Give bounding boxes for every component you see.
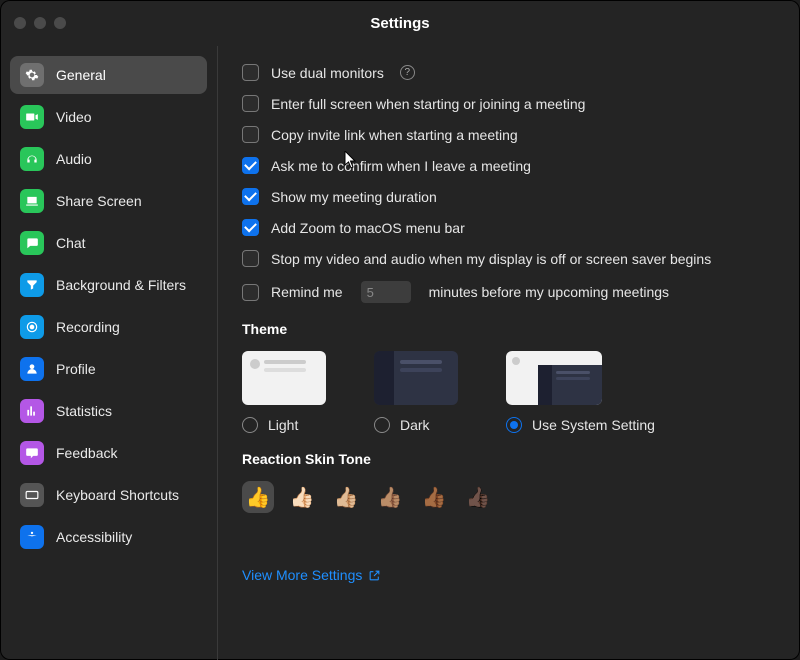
sidebar-item-accessibility[interactable]: Accessibility bbox=[10, 518, 207, 556]
view-more-label: View More Settings bbox=[242, 567, 362, 583]
keyboard-icon bbox=[20, 483, 44, 507]
remind-option: Remind me minutes before my upcoming mee… bbox=[242, 281, 776, 303]
sidebar-item-label: Statistics bbox=[56, 403, 112, 419]
theme-light-thumb bbox=[242, 351, 326, 405]
option-checkbox[interactable] bbox=[242, 126, 259, 143]
sidebar-item-label: Share Screen bbox=[56, 193, 142, 209]
option-row: Enter full screen when starting or joini… bbox=[242, 95, 776, 112]
remind-checkbox[interactable] bbox=[242, 284, 259, 301]
skin-tones: 👍 👍🏻 👍🏼 👍🏽 👍🏾 👍🏿 bbox=[242, 481, 776, 513]
theme-dark-label: Dark bbox=[400, 417, 430, 433]
sidebar-item-keyboard-shortcuts[interactable]: Keyboard Shortcuts bbox=[10, 476, 207, 514]
theme-dark-thumb bbox=[374, 351, 458, 405]
sidebar-item-label: Audio bbox=[56, 151, 92, 167]
theme-system-label: Use System Setting bbox=[532, 417, 655, 433]
a11y-icon bbox=[20, 525, 44, 549]
sidebar-item-background-filters[interactable]: Background & Filters bbox=[10, 266, 207, 304]
theme-system[interactable]: Use System Setting bbox=[506, 351, 655, 433]
option-checkbox[interactable] bbox=[242, 250, 259, 267]
option-checkbox[interactable] bbox=[242, 64, 259, 81]
skin-tone-option[interactable]: 👍🏼 bbox=[330, 481, 362, 513]
sidebar-item-statistics[interactable]: Statistics bbox=[10, 392, 207, 430]
sidebar: General Video Audio Share Screen Chat Backgro… bbox=[0, 46, 218, 660]
close-dot[interactable] bbox=[14, 17, 26, 29]
sidebar-item-share-screen[interactable]: Share Screen bbox=[10, 182, 207, 220]
theme-dark-radio[interactable] bbox=[374, 417, 390, 433]
sidebar-item-chat[interactable]: Chat bbox=[10, 224, 207, 262]
option-label: Enter full screen when starting or joini… bbox=[271, 96, 585, 112]
zoom-dot[interactable] bbox=[54, 17, 66, 29]
gear-icon bbox=[20, 63, 44, 87]
feedback-icon bbox=[20, 441, 44, 465]
sidebar-item-label: Accessibility bbox=[56, 529, 132, 545]
skin-tone-option[interactable]: 👍🏿 bbox=[462, 481, 494, 513]
window-controls[interactable] bbox=[14, 17, 66, 29]
sidebar-item-general[interactable]: General bbox=[10, 56, 207, 94]
theme-light-label: Light bbox=[268, 417, 298, 433]
theme-light-radio[interactable] bbox=[242, 417, 258, 433]
option-label: Add Zoom to macOS menu bar bbox=[271, 220, 465, 236]
titlebar: Settings bbox=[0, 0, 800, 46]
skin-tone-option[interactable]: 👍🏾 bbox=[418, 481, 450, 513]
sidebar-item-label: Recording bbox=[56, 319, 120, 335]
remind-prefix: Remind me bbox=[271, 284, 343, 300]
option-row: Show my meeting duration bbox=[242, 188, 776, 205]
sidebar-item-label: Keyboard Shortcuts bbox=[56, 487, 179, 503]
sidebar-item-label: Feedback bbox=[56, 445, 117, 461]
option-label: Stop my video and audio when my display … bbox=[271, 251, 711, 267]
option-row: Copy invite link when starting a meeting bbox=[242, 126, 776, 143]
sidebar-item-video[interactable]: Video bbox=[10, 98, 207, 136]
option-checkbox[interactable] bbox=[242, 219, 259, 236]
view-more-settings-link[interactable]: View More Settings bbox=[242, 567, 776, 583]
stats-icon bbox=[20, 399, 44, 423]
option-checkbox[interactable] bbox=[242, 95, 259, 112]
record-icon bbox=[20, 315, 44, 339]
sidebar-item-label: General bbox=[56, 67, 106, 83]
share-icon bbox=[20, 189, 44, 213]
option-label: Ask me to confirm when I leave a meeting bbox=[271, 158, 531, 174]
help-icon[interactable]: ? bbox=[400, 65, 415, 80]
theme-system-radio[interactable] bbox=[506, 417, 522, 433]
profile-icon bbox=[20, 357, 44, 381]
sidebar-item-label: Profile bbox=[56, 361, 96, 377]
option-label: Copy invite link when starting a meeting bbox=[271, 127, 518, 143]
option-label: Show my meeting duration bbox=[271, 189, 437, 205]
skin-tone-option[interactable]: 👍🏽 bbox=[374, 481, 406, 513]
theme-title: Theme bbox=[242, 321, 776, 337]
theme-dark[interactable]: Dark bbox=[374, 351, 458, 433]
skin-tone-option[interactable]: 👍🏻 bbox=[286, 481, 318, 513]
sidebar-item-label: Chat bbox=[56, 235, 86, 251]
theme-options: Light Dark Use System Setting bbox=[242, 351, 776, 433]
sidebar-item-recording[interactable]: Recording bbox=[10, 308, 207, 346]
sidebar-item-audio[interactable]: Audio bbox=[10, 140, 207, 178]
sidebar-item-profile[interactable]: Profile bbox=[10, 350, 207, 388]
option-row: Use dual monitors? bbox=[242, 64, 776, 81]
theme-system-thumb bbox=[506, 351, 602, 405]
sidebar-item-label: Video bbox=[56, 109, 92, 125]
skin-tone-option[interactable]: 👍 bbox=[242, 481, 274, 513]
sidebar-item-feedback[interactable]: Feedback bbox=[10, 434, 207, 472]
remind-minutes-input[interactable] bbox=[361, 281, 411, 303]
skin-title: Reaction Skin Tone bbox=[242, 451, 776, 467]
minimize-dot[interactable] bbox=[34, 17, 46, 29]
option-row: Add Zoom to macOS menu bar bbox=[242, 219, 776, 236]
chat-icon bbox=[20, 231, 44, 255]
option-checkbox[interactable] bbox=[242, 188, 259, 205]
video-icon bbox=[20, 105, 44, 129]
option-label: Use dual monitors bbox=[271, 65, 384, 81]
window-title: Settings bbox=[370, 15, 429, 32]
settings-panel: Use dual monitors? Enter full screen when… bbox=[218, 46, 800, 660]
external-link-icon bbox=[368, 569, 381, 582]
audio-icon bbox=[20, 147, 44, 171]
option-row: Ask me to confirm when I leave a meeting bbox=[242, 157, 776, 174]
remind-suffix: minutes before my upcoming meetings bbox=[429, 284, 669, 300]
sidebar-item-label: Background & Filters bbox=[56, 277, 186, 293]
option-row: Stop my video and audio when my display … bbox=[242, 250, 776, 267]
filters-icon bbox=[20, 273, 44, 297]
option-checkbox[interactable] bbox=[242, 157, 259, 174]
theme-light[interactable]: Light bbox=[242, 351, 326, 433]
